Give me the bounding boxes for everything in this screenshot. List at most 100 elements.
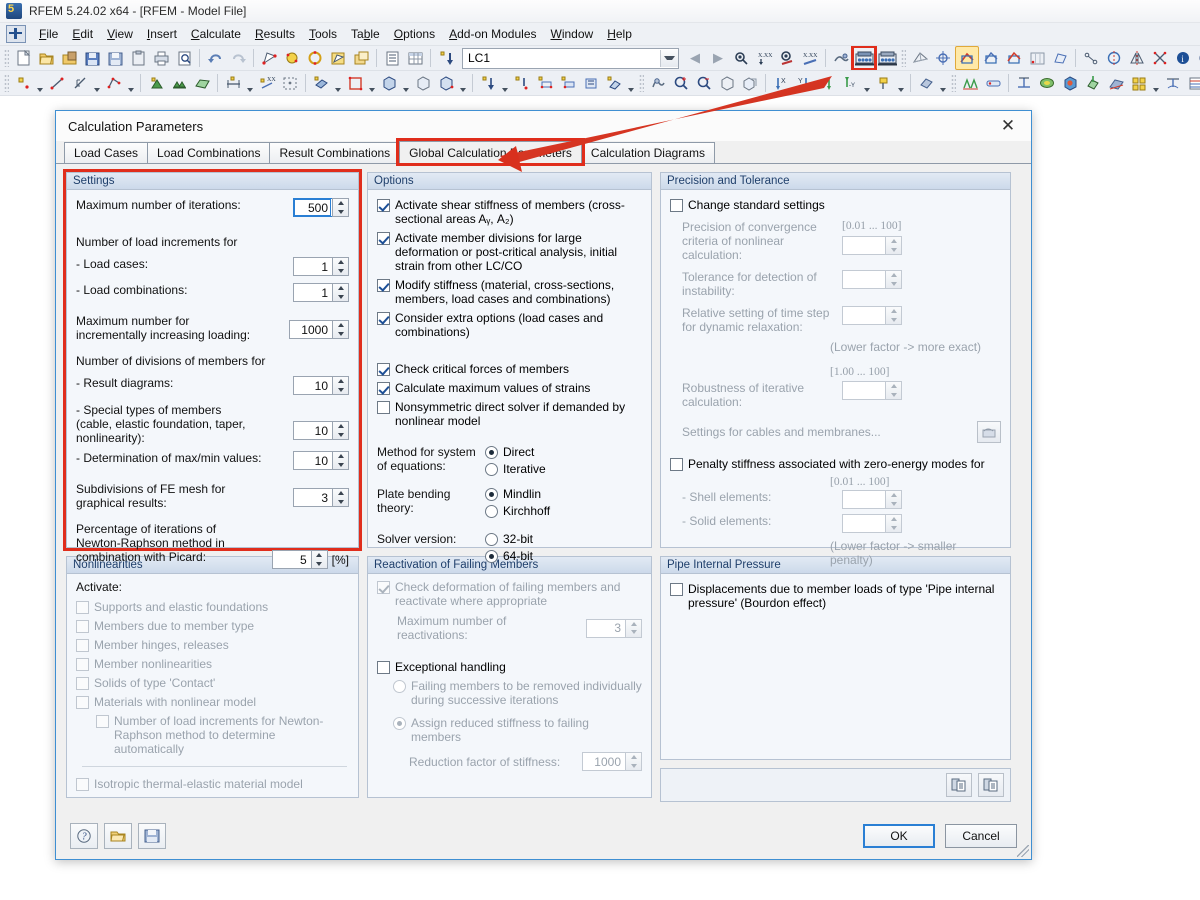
view-y-icon[interactable]: Y bbox=[793, 72, 815, 94]
spin-down-icon[interactable] bbox=[886, 280, 901, 289]
checkbox-icon[interactable] bbox=[670, 458, 683, 471]
menu-tools[interactable]: Tools bbox=[302, 24, 344, 44]
solid-elements-stepper[interactable] bbox=[842, 514, 902, 533]
spin-up-icon[interactable] bbox=[333, 452, 348, 461]
menu-calculate[interactable]: Calculate bbox=[184, 24, 248, 44]
checkbox-icon[interactable] bbox=[377, 199, 390, 212]
spin-down-icon[interactable] bbox=[886, 500, 901, 509]
spin-down-icon[interactable] bbox=[886, 391, 901, 400]
new-file-icon[interactable] bbox=[12, 47, 34, 69]
radio-icon[interactable] bbox=[485, 550, 498, 563]
spin-up-icon[interactable] bbox=[333, 489, 348, 498]
robustness-input[interactable] bbox=[842, 381, 885, 400]
zoom-out-icon[interactable] bbox=[693, 72, 715, 94]
cable-settings-icon[interactable] bbox=[977, 421, 1001, 443]
load-case-new-icon[interactable] bbox=[435, 47, 457, 69]
spin-down-icon[interactable] bbox=[626, 762, 641, 771]
spin-down-icon[interactable] bbox=[886, 246, 901, 255]
checkbox-bourdon-effect[interactable]: Displacements due to member loads of typ… bbox=[670, 582, 1001, 610]
view-x-icon[interactable]: X bbox=[770, 72, 792, 94]
radio-mindlin[interactable]: Mindlin bbox=[485, 487, 550, 501]
checkbox-check-critical-forces[interactable]: Check critical forces of members bbox=[377, 362, 642, 376]
view-dropdown[interactable] bbox=[862, 71, 872, 95]
panels-icon[interactable] bbox=[1128, 72, 1150, 94]
radio-kirchhoff[interactable]: Kirchhoff bbox=[485, 504, 550, 518]
view-3d-icon[interactable] bbox=[739, 72, 761, 94]
special-types-stepper[interactable] bbox=[293, 421, 349, 440]
spin-down-icon[interactable] bbox=[626, 628, 641, 637]
select-objects-icon[interactable] bbox=[258, 47, 280, 69]
spin-up-icon[interactable] bbox=[886, 271, 901, 280]
dimension-line-icon[interactable] bbox=[222, 72, 244, 94]
max-iterations-input[interactable] bbox=[293, 198, 332, 217]
checkbox-penalty-stiffness[interactable]: Penalty stiffness associated with zero-e… bbox=[670, 457, 1001, 471]
next-load-case-icon[interactable]: ▶ bbox=[707, 47, 729, 69]
spin-down-icon[interactable] bbox=[333, 208, 348, 217]
section-icon[interactable] bbox=[1162, 72, 1184, 94]
menu-window[interactable]: Window bbox=[544, 24, 601, 44]
save-icon[interactable] bbox=[104, 47, 126, 69]
radio-direct[interactable]: Direct bbox=[485, 445, 546, 459]
spin-up-icon[interactable] bbox=[333, 377, 348, 386]
checkbox-member-hinges-releases[interactable]: Member hinges, releases bbox=[76, 638, 349, 652]
mirror-icon[interactable] bbox=[1126, 47, 1148, 69]
robustness-stepper[interactable] bbox=[842, 381, 902, 400]
toolbar-grip[interactable] bbox=[4, 49, 9, 67]
special-types-input[interactable] bbox=[293, 421, 332, 440]
checkbox-members-due-to-member-type[interactable]: Members due to member type bbox=[76, 619, 349, 633]
imperfection-icon[interactable] bbox=[603, 72, 625, 94]
result-diagrams-input[interactable] bbox=[293, 376, 332, 395]
rotate-icon[interactable] bbox=[1149, 47, 1171, 69]
table-grid-icon[interactable] bbox=[404, 47, 426, 69]
new-dimension-dropdown[interactable] bbox=[92, 71, 102, 95]
spin-up-icon[interactable] bbox=[886, 307, 901, 316]
surface-load-icon[interactable] bbox=[557, 72, 579, 94]
print-preview-icon[interactable] bbox=[173, 47, 195, 69]
spin-up-icon[interactable] bbox=[886, 382, 901, 391]
instability-input[interactable] bbox=[842, 270, 885, 289]
fe-mesh-stepper[interactable] bbox=[293, 488, 349, 507]
radio-icon[interactable] bbox=[393, 717, 406, 730]
open-folder-icon[interactable] bbox=[104, 823, 132, 849]
load-combinations-stepper[interactable] bbox=[293, 283, 349, 302]
timestep-input[interactable] bbox=[842, 306, 885, 325]
menu-view[interactable]: View bbox=[100, 24, 140, 44]
spin-up-icon[interactable] bbox=[333, 284, 348, 293]
checkbox-nonsymmetric-direct-solver[interactable]: Nonsymmetric direct solver if demanded b… bbox=[377, 400, 642, 428]
spin-up-icon[interactable] bbox=[333, 321, 348, 330]
menu-table[interactable]: Table bbox=[344, 24, 387, 44]
checkbox-supports-elastic-foundations[interactable]: Supports and elastic foundations bbox=[76, 600, 349, 614]
view-z-icon[interactable]: Z bbox=[816, 72, 838, 94]
checkbox-newton-raphson-auto-increments[interactable]: Number of load increments for Newton-Rap… bbox=[96, 714, 349, 756]
spin-down-icon[interactable] bbox=[886, 316, 901, 325]
deformation-view-icon[interactable] bbox=[955, 46, 979, 70]
spin-up-icon[interactable] bbox=[312, 551, 327, 560]
convergence-stepper[interactable] bbox=[842, 236, 902, 255]
results-diagram-icon[interactable] bbox=[959, 72, 981, 94]
lighting-icon[interactable] bbox=[873, 72, 895, 94]
menu-options[interactable]: Options bbox=[387, 24, 442, 44]
spin-up-icon[interactable] bbox=[333, 422, 348, 431]
paste-settings-icon[interactable] bbox=[978, 773, 1004, 797]
checkbox-check-deformation-failing-members[interactable]: Check deformation of failing members and… bbox=[377, 580, 642, 608]
undo-icon[interactable] bbox=[204, 47, 226, 69]
cancel-button[interactable]: Cancel bbox=[945, 824, 1017, 848]
toolbar-grip[interactable] bbox=[639, 74, 644, 92]
radio-iterative[interactable]: Iterative bbox=[485, 462, 546, 476]
load-case-combo[interactable]: LC1 bbox=[462, 47, 679, 69]
checkbox-exceptional-handling[interactable]: Exceptional handling bbox=[377, 660, 642, 674]
comment-xx-icon[interactable]: XX bbox=[256, 72, 278, 94]
new-opening-dropdown[interactable] bbox=[367, 71, 377, 95]
checkbox-activate-member-divisions[interactable]: Activate member divisions for large defo… bbox=[377, 231, 642, 273]
deformation-alt-icon[interactable] bbox=[980, 47, 1002, 69]
max-iterations-spin-buttons[interactable] bbox=[332, 198, 349, 217]
shell-elements-input[interactable] bbox=[842, 490, 885, 509]
calculate-all-icon[interactable] bbox=[851, 46, 877, 70]
checkbox-icon[interactable] bbox=[670, 199, 683, 212]
clipboard-icon[interactable] bbox=[127, 47, 149, 69]
dimension-dropdown[interactable] bbox=[245, 71, 255, 95]
spin-down-icon[interactable] bbox=[886, 524, 901, 533]
solid-dropdown[interactable] bbox=[458, 71, 468, 95]
new-node-icon[interactable] bbox=[12, 72, 34, 94]
new-polyline-icon[interactable] bbox=[103, 72, 125, 94]
